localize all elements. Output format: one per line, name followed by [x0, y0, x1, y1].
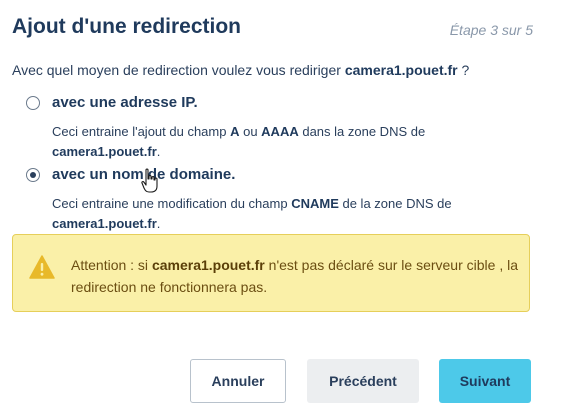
page-title: Ajout d'une redirection	[12, 15, 242, 38]
question-prefix: Avec quel moyen de redirection voulez vo…	[12, 62, 345, 78]
radio-ip-address[interactable]	[26, 96, 40, 110]
alert-prefix: Attention : si	[71, 257, 152, 273]
warning-icon	[29, 255, 55, 279]
desc-text: dans la zone DNS de	[298, 124, 426, 139]
desc-text: .	[156, 216, 161, 231]
next-button[interactable]: Suivant	[439, 359, 531, 403]
alert-text: Attention : si camera1.pouet.fr n'est pa…	[71, 254, 521, 298]
radio-domain-name[interactable]	[26, 168, 40, 182]
desc-record-aaaa: AAAA	[261, 124, 299, 139]
question-suffix: ?	[457, 62, 470, 78]
option-ip-description: Ceci entraine l'ajout du champ A ou AAAA…	[52, 122, 492, 162]
step-indicator: Étape 3 sur 5	[449, 22, 533, 38]
desc-domain: camera1.pouet.fr	[52, 144, 157, 159]
previous-button[interactable]: Précédent	[307, 359, 419, 403]
alert-domain: camera1.pouet.fr	[151, 257, 265, 273]
cancel-button[interactable]: Annuler	[190, 359, 286, 403]
desc-text: ou	[239, 124, 262, 139]
warning-alert: Attention : si camera1.pouet.fr n'est pa…	[12, 234, 530, 312]
option-ip-label[interactable]: avec une adresse IP.	[52, 94, 198, 111]
desc-text: Ceci entraine l'ajout du champ	[52, 124, 231, 139]
hand-cursor-icon	[141, 168, 158, 193]
desc-text: de la zone DNS de	[338, 196, 452, 211]
question-text: Avec quel moyen de redirection voulez vo…	[12, 62, 469, 78]
desc-domain: camera1.pouet.fr	[52, 216, 157, 231]
question-domain: camera1.pouet.fr	[344, 62, 458, 78]
desc-text: Ceci entraine une modification du champ	[52, 196, 292, 211]
option-domain-description: Ceci entraine une modification du champ …	[52, 194, 492, 234]
desc-text: .	[156, 144, 161, 159]
desc-record-cname: CNAME	[291, 196, 339, 211]
